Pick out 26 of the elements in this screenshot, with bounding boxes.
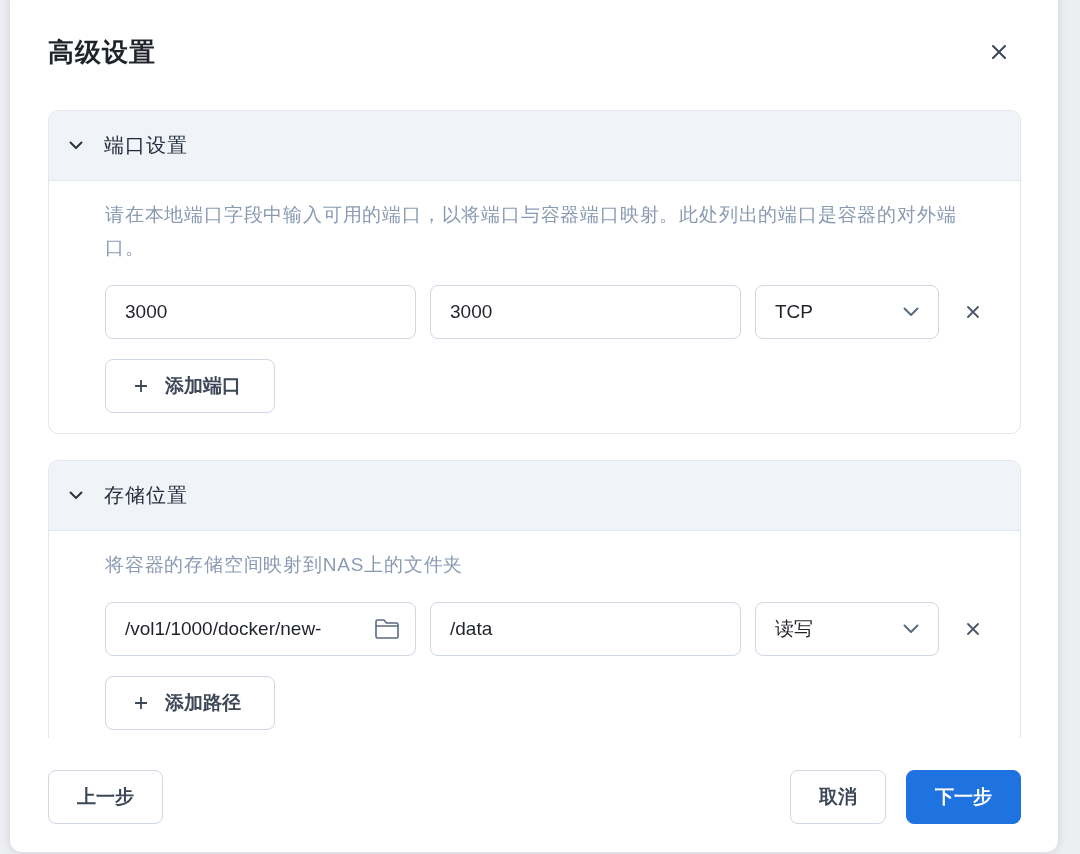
plus-icon: [135, 697, 147, 709]
back-button[interactable]: 上一步: [48, 770, 163, 824]
folder-path-field[interactable]: /vol1/1000/docker/new-: [105, 602, 416, 656]
close-icon: [992, 45, 1006, 59]
input-field[interactable]: 3000: [105, 285, 416, 339]
add-button[interactable]: 添加端口: [105, 359, 275, 413]
chevron-down-icon: [903, 307, 919, 317]
section-description: 将容器的存储空间映射到NAS上的文件夹: [105, 553, 465, 577]
section-header[interactable]: 存储位置: [49, 461, 1020, 531]
section-title: 端口设置: [104, 133, 188, 158]
next-button[interactable]: 下一步: [906, 770, 1021, 824]
close-icon: [967, 623, 979, 635]
chevron-down-icon: [903, 624, 919, 634]
input-field[interactable]: 3000: [430, 285, 741, 339]
folder-icon[interactable]: [374, 618, 400, 640]
dropdown-field[interactable]: TCP: [755, 285, 939, 339]
section-header[interactable]: 端口设置: [49, 111, 1020, 181]
plus-icon: [135, 380, 147, 392]
cancel-button[interactable]: 取消: [790, 770, 886, 824]
close-icon: [967, 306, 979, 318]
input-field[interactable]: /data: [430, 602, 741, 656]
section-title: 存储位置: [104, 483, 188, 508]
dropdown-field[interactable]: 读写: [755, 602, 939, 656]
add-button[interactable]: 添加路径: [105, 676, 275, 730]
section-description: 请在本地端口字段中输入可用的端口，以将端口与容器端口映射。此处列出的端口是容器的对外端口。: [105, 203, 958, 260]
dialog-title: 高级设置: [48, 36, 156, 69]
